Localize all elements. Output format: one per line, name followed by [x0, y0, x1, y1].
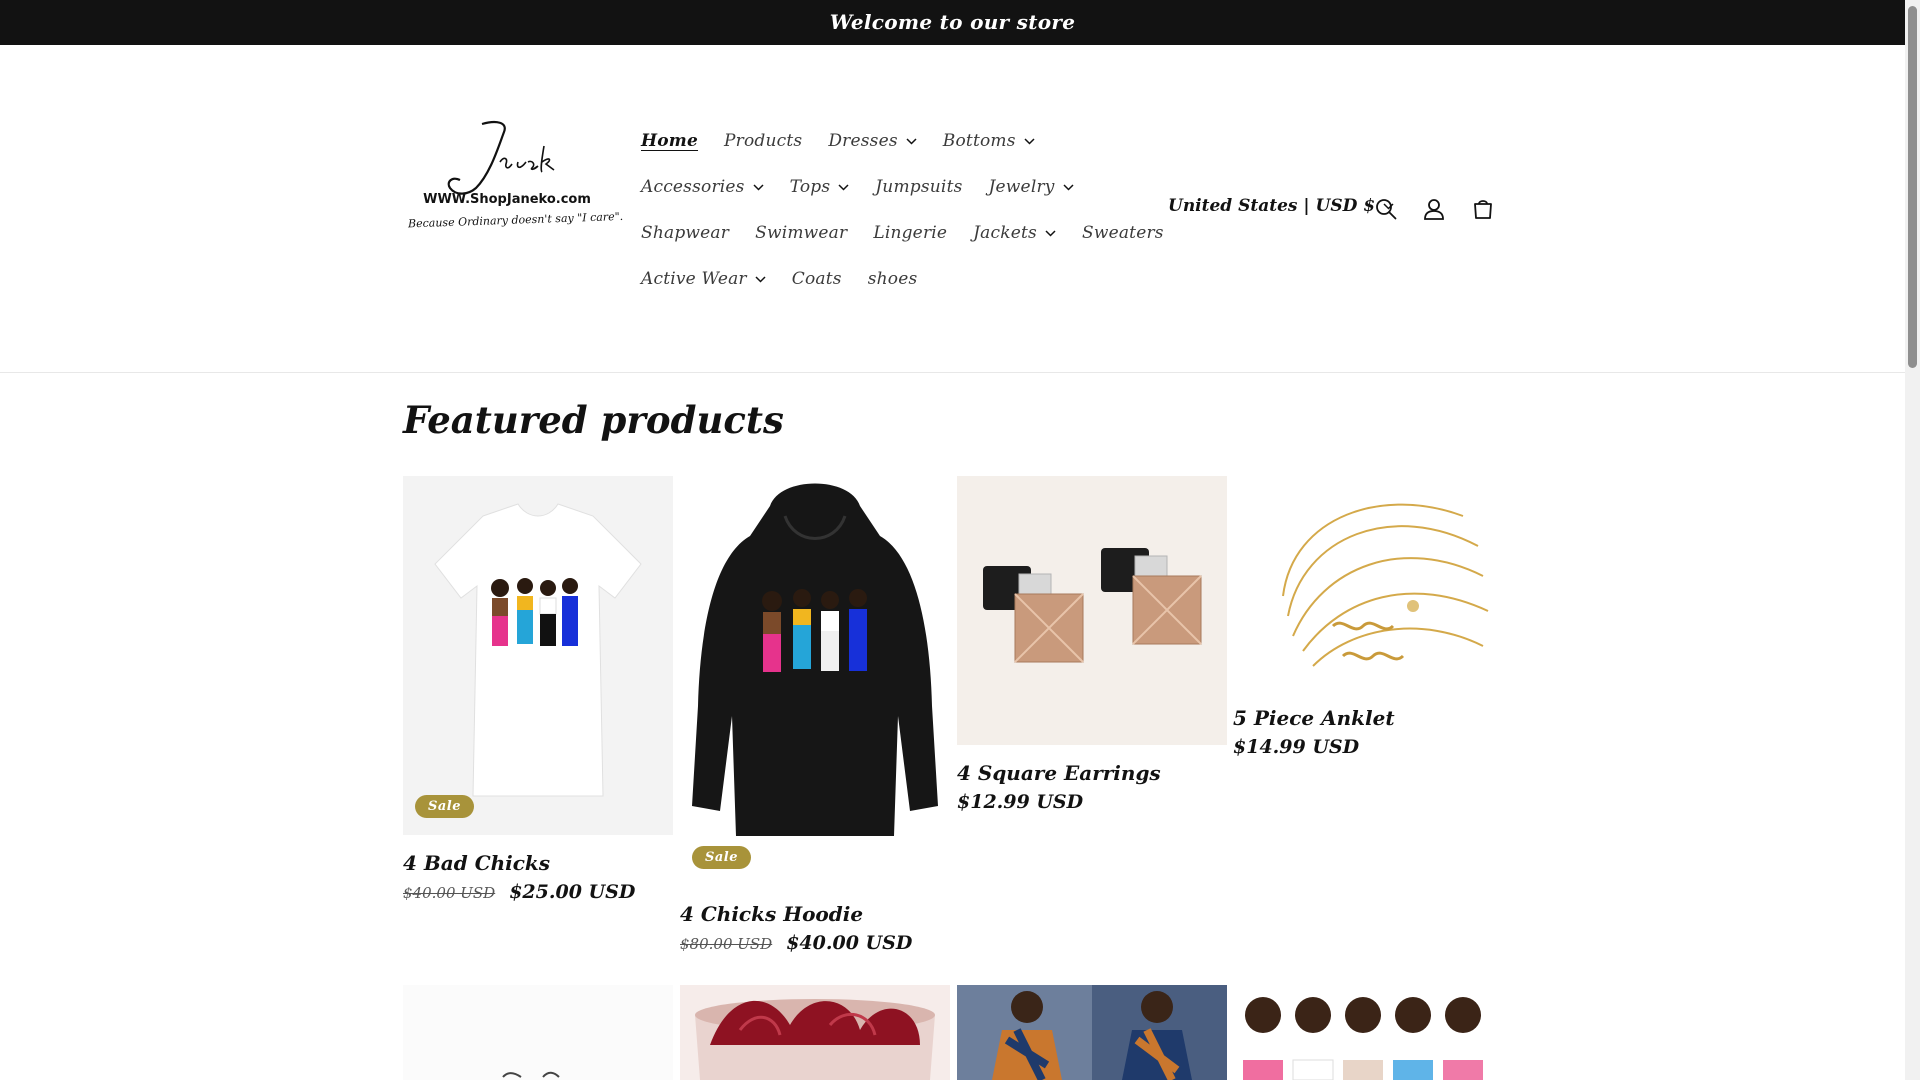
- product-image-partial[interactable]: [403, 985, 673, 1080]
- chevron-down-icon: [1024, 137, 1035, 145]
- section-title: Featured products: [403, 398, 784, 442]
- product-card[interactable]: 5 Piece Anklet $14.99 USD: [1233, 476, 1503, 758]
- locale-label: United States | USD $: [1168, 196, 1376, 216]
- nav-item-home[interactable]: Home: [641, 131, 698, 151]
- product-price: $12.99 USD: [957, 791, 1227, 813]
- product-price: $80.00 USD $40.00 USD: [680, 932, 950, 954]
- account-button[interactable]: [1418, 193, 1450, 225]
- chevron-down-icon: [753, 183, 764, 191]
- sale-price: $25.00 USD: [509, 881, 636, 903]
- nav-item-bottoms[interactable]: Bottoms: [943, 131, 1035, 151]
- scrollbar[interactable]: [1905, 0, 1920, 1080]
- chevron-down-icon: [906, 137, 917, 145]
- main-navigation: Home Products Dresses Bottoms Accessorie…: [641, 118, 1164, 302]
- product-title[interactable]: 4 Square Earrings: [957, 761, 1227, 785]
- country-currency-selector[interactable]: United States | USD $: [1168, 196, 1394, 216]
- account-icon: [1424, 199, 1444, 220]
- nav-item-lingerie[interactable]: Lingerie: [873, 223, 947, 243]
- product-image-t-shirt[interactable]: Sale: [403, 476, 673, 835]
- store-logo[interactable]: WWW.ShopJaneko.com Because Ordinary does…: [404, 118, 623, 248]
- product-image-jumpsuit[interactable]: [957, 985, 1227, 1080]
- nav-item-products[interactable]: Products: [724, 131, 802, 151]
- original-price: $40.00 USD: [403, 884, 496, 902]
- product-title[interactable]: 4 Bad Chicks: [403, 851, 673, 875]
- nav-item-swimwear[interactable]: Swimwear: [755, 223, 847, 243]
- nav-item-jackets[interactable]: Jackets: [973, 223, 1056, 243]
- product-image-lingerie-set[interactable]: [1233, 985, 1503, 1080]
- search-icon: [1376, 199, 1397, 220]
- original-price: $80.00 USD: [680, 935, 773, 953]
- nav-item-accessories[interactable]: Accessories: [641, 177, 764, 197]
- product-image-anklet[interactable]: [1233, 476, 1503, 706]
- product-card[interactable]: Sale 4 Chicks Hoodie $80.00 USD $40.00 US…: [680, 476, 950, 954]
- product-card[interactable]: Sale 4 Bad Chicks $40.00 USD $25.00 USD: [403, 476, 673, 903]
- product-title[interactable]: 4 Chicks Hoodie: [680, 902, 950, 926]
- chevron-down-icon: [838, 183, 849, 191]
- chevron-down-icon: [1063, 183, 1074, 191]
- nav-item-sweaters[interactable]: Sweaters: [1082, 223, 1164, 243]
- cart-button[interactable]: [1467, 193, 1499, 225]
- product-image-candle[interactable]: [680, 985, 950, 1080]
- sale-price: $40.00 USD: [786, 932, 913, 954]
- nav-row: Home Products Dresses Bottoms: [641, 118, 1126, 164]
- search-button[interactable]: [1370, 193, 1402, 225]
- nav-row: Shapwear Swimwear Lingerie Jackets Sweat…: [641, 210, 1164, 256]
- cart-icon: [1474, 200, 1492, 219]
- regular-price: $12.99 USD: [957, 791, 1084, 813]
- nav-item-shoes[interactable]: shoes: [868, 269, 918, 289]
- product-price: $14.99 USD: [1233, 736, 1503, 758]
- product-image-hoodie[interactable]: Sale: [680, 476, 950, 886]
- nav-item-jewelry[interactable]: Jewelry: [989, 177, 1074, 197]
- product-title[interactable]: 5 Piece Anklet: [1233, 706, 1503, 730]
- nav-row: Accessories Tops Jumpsuits Jewelry: [641, 164, 1126, 210]
- product-price: $40.00 USD $25.00 USD: [403, 881, 673, 903]
- sale-badge: Sale: [692, 846, 752, 869]
- scrollbar-thumb[interactable]: [1908, 6, 1917, 368]
- regular-price: $14.99 USD: [1233, 736, 1360, 758]
- product-image-earrings[interactable]: [957, 476, 1227, 745]
- sale-badge: Sale: [415, 795, 475, 818]
- nav-item-jumpsuits[interactable]: Jumpsuits: [875, 177, 962, 197]
- chevron-down-icon: [755, 275, 766, 283]
- nav-item-dresses[interactable]: Dresses: [828, 131, 917, 151]
- nav-item-coats[interactable]: Coats: [792, 269, 842, 289]
- nav-item-shapwear[interactable]: Shapwear: [641, 223, 729, 243]
- header-divider: [0, 372, 1905, 373]
- announcement-bar: Welcome to our store: [0, 0, 1905, 45]
- product-card[interactable]: 4 Square Earrings $12.99 USD: [957, 476, 1227, 813]
- nav-row: Active Wear Coats shoes: [641, 256, 1126, 302]
- chevron-down-icon: [1045, 229, 1056, 237]
- announcement-text: Welcome to our store: [829, 10, 1076, 34]
- logo-url: WWW.ShopJaneko.com: [423, 192, 591, 207]
- nav-item-active-wear[interactable]: Active Wear: [641, 269, 766, 289]
- nav-item-tops[interactable]: Tops: [790, 177, 850, 197]
